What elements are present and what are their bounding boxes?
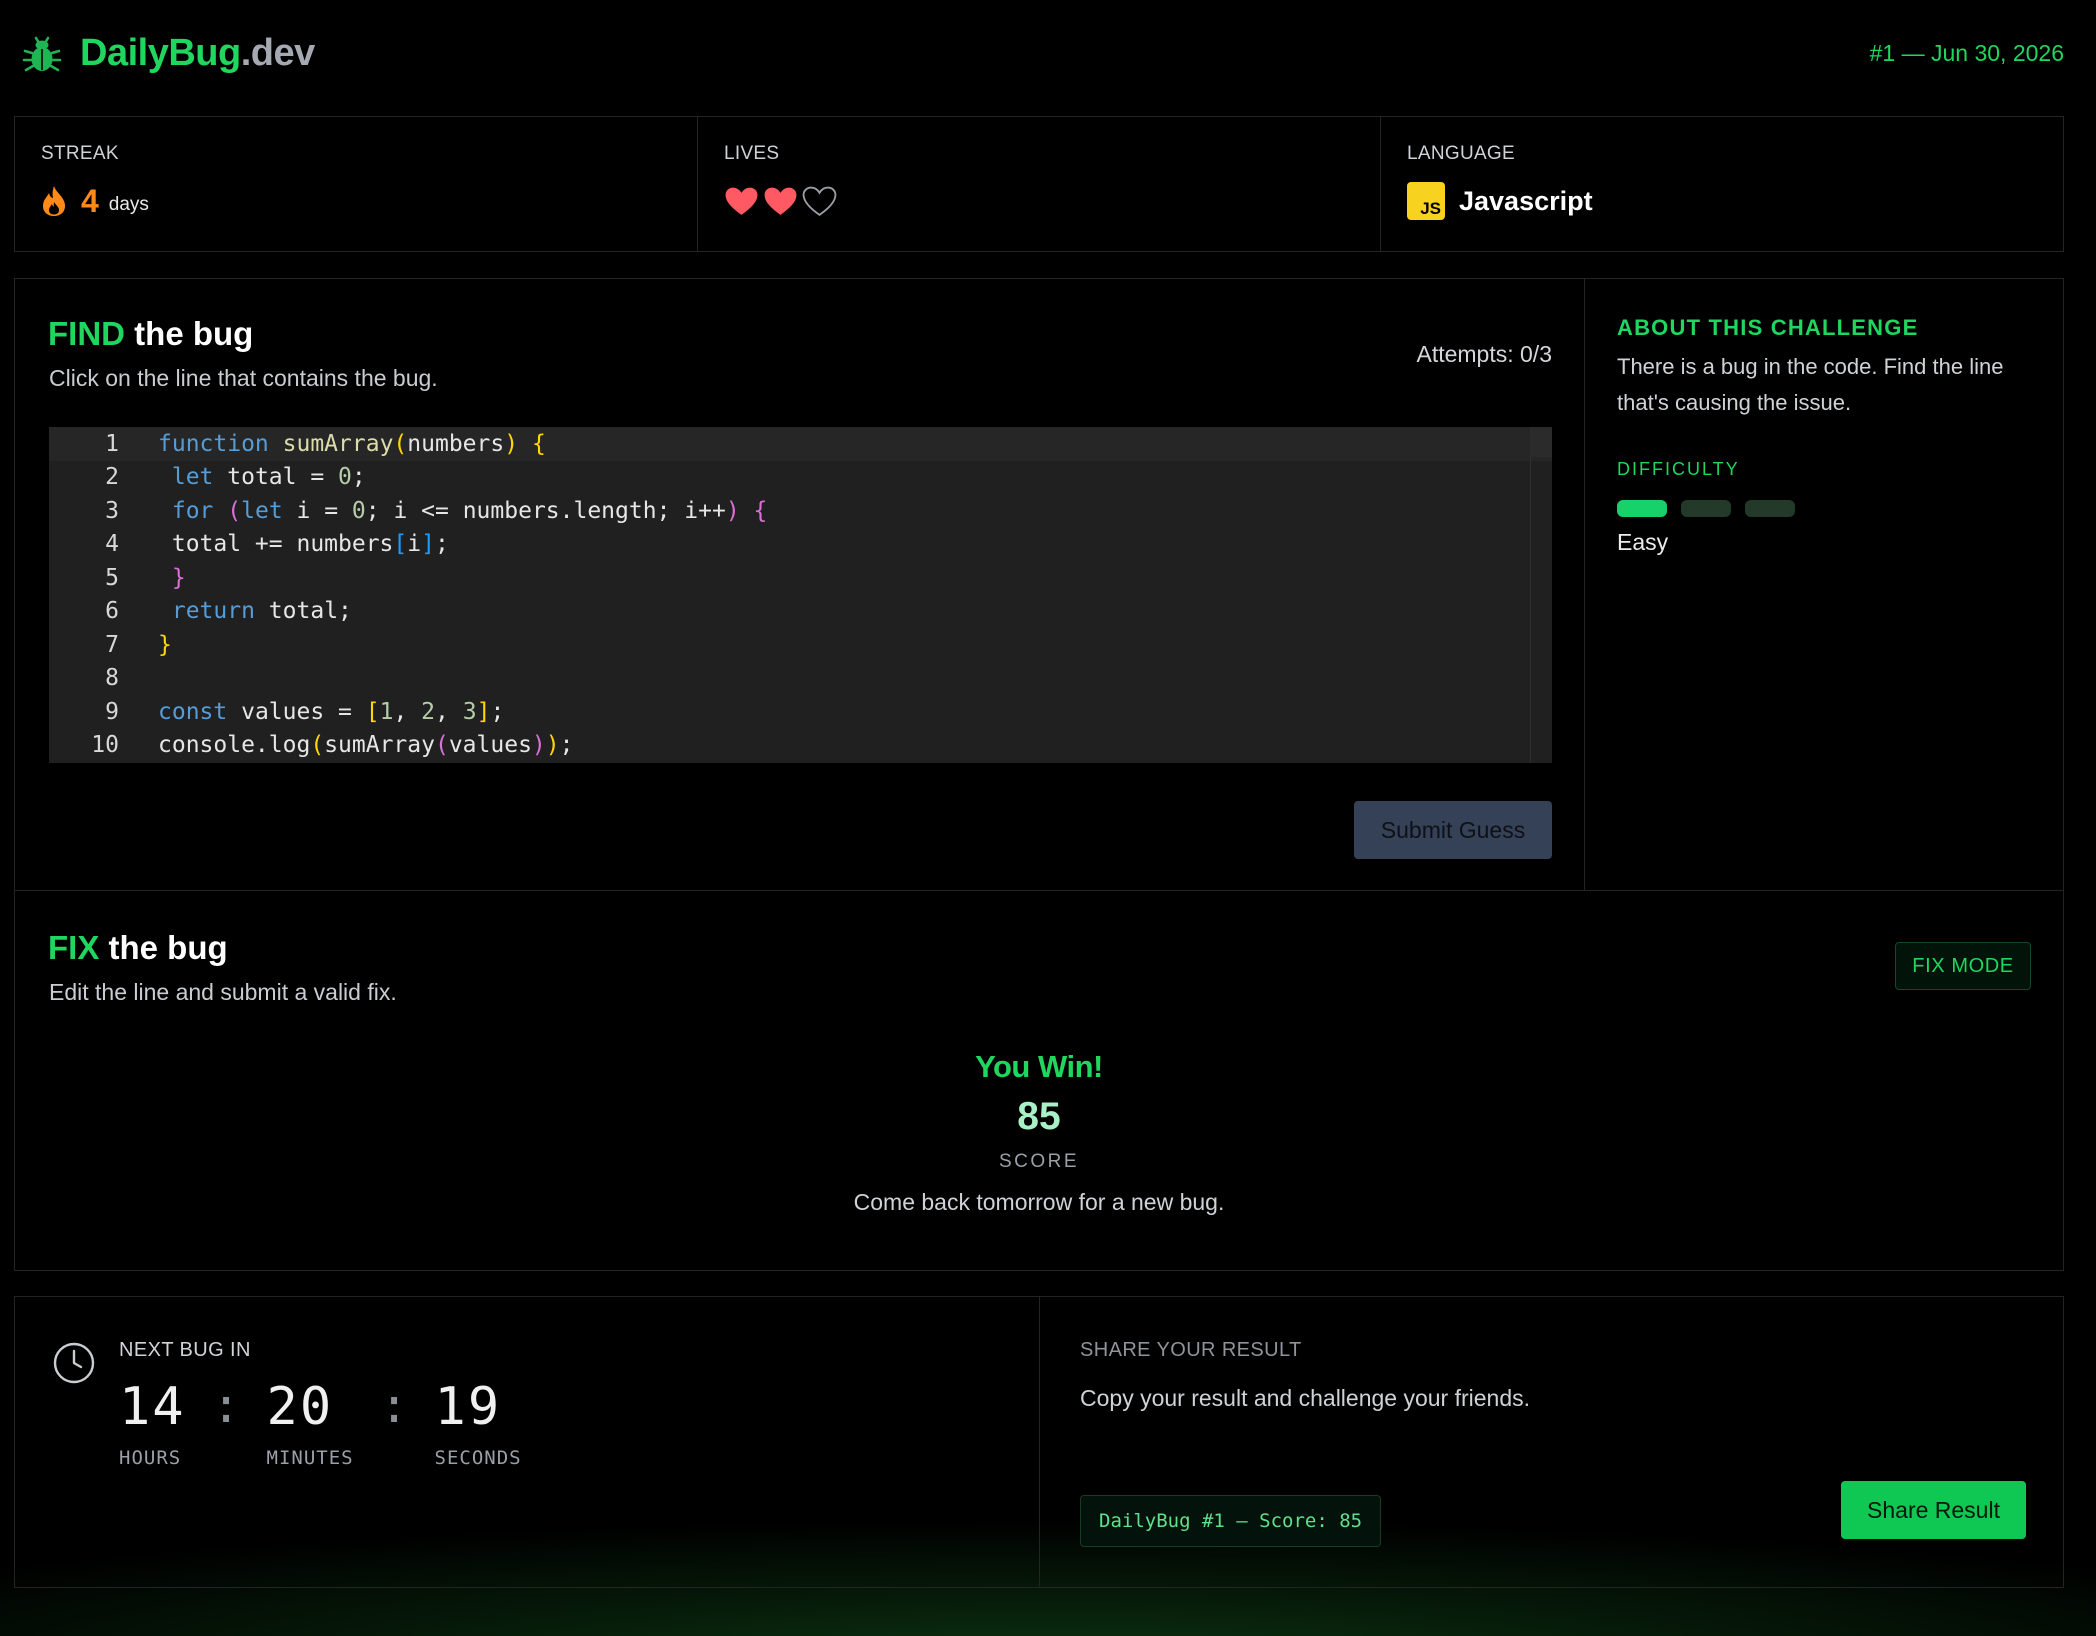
line-number: 3 bbox=[105, 497, 119, 524]
code-line-3[interactable]: 3 for (let i = 0; i <= numbers.length; i… bbox=[49, 494, 1552, 528]
language-label: LANGUAGE bbox=[1407, 143, 1515, 164]
countdown-timer: 14 HOURS : 20 MINUTES : 19 SECONDS bbox=[119, 1377, 522, 1469]
difficulty-meter bbox=[1617, 500, 2031, 517]
code-line-7[interactable]: 7} bbox=[49, 628, 1552, 662]
about-text: There is a bug in the code. Find the lin… bbox=[1617, 354, 2004, 415]
line-number: 7 bbox=[105, 631, 119, 658]
line-number: 1 bbox=[105, 430, 119, 457]
find-panel: FIND the bug Click on the line that cont… bbox=[14, 278, 2064, 890]
code-line-6[interactable]: 6 return total; bbox=[49, 595, 1552, 629]
code-line-2[interactable]: 2 let total = 0; bbox=[49, 461, 1552, 495]
line-number: 10 bbox=[91, 732, 119, 759]
fix-subtitle: Edit the line and submit a valid fix. bbox=[49, 979, 397, 1005]
share-result-preview[interactable]: DailyBug #1 — Score: 85 bbox=[1080, 1495, 1382, 1547]
streak-label: STREAK bbox=[41, 143, 119, 164]
brand[interactable]: DailyBug.dev bbox=[20, 31, 315, 75]
heart-icon bbox=[764, 187, 797, 215]
difficulty-label: DIFFICULTY bbox=[1617, 459, 1740, 479]
seconds-value: 19 bbox=[434, 1377, 502, 1437]
hours-value: 14 bbox=[119, 1377, 186, 1437]
flame-icon bbox=[43, 186, 65, 216]
streak-stat: STREAK 4 days bbox=[15, 117, 698, 251]
countdown-section: NEXT BUG IN 14 HOURS : 20 MINUTES : 19 S… bbox=[15, 1297, 1040, 1587]
fix-mode-badge: FIX MODE bbox=[1895, 942, 2031, 990]
fix-title-rest: the bug bbox=[99, 929, 228, 966]
bug-icon bbox=[22, 36, 62, 72]
header: DailyBug.dev #1 — Jun 30, 2026 bbox=[20, 28, 2064, 78]
code-editor[interactable]: 1 function sumArray(numbers) { 2 let tota… bbox=[49, 427, 1552, 763]
next-bug-label: NEXT BUG IN bbox=[119, 1339, 251, 1361]
language-stat: LANGUAGE JS Javascript bbox=[1381, 117, 2063, 251]
brand-name: DailyBug.dev bbox=[80, 32, 315, 75]
time-separator: : bbox=[379, 1378, 409, 1434]
difficulty-bar-2 bbox=[1681, 500, 1731, 517]
difficulty-bar-3 bbox=[1745, 500, 1795, 517]
clock-icon bbox=[53, 1342, 95, 1384]
find-title: FIND the bug bbox=[48, 315, 253, 353]
share-section: SHARE YOUR RESULT Copy your result and c… bbox=[1040, 1297, 2063, 1587]
share-label: SHARE YOUR RESULT bbox=[1080, 1339, 1302, 1361]
come-back-message: Come back tomorrow for a new bug. bbox=[853, 1189, 1225, 1215]
difficulty-bar-1 bbox=[1617, 500, 1667, 517]
code-scrollbar-thumb[interactable] bbox=[1531, 427, 1552, 457]
heart-icon bbox=[725, 187, 758, 215]
code-line-10[interactable]: 10 console.log(sumArray(values)); bbox=[49, 729, 1552, 763]
fix-title-accent: FIX bbox=[48, 929, 100, 966]
about-challenge: ABOUT THIS CHALLENGE There is a bug in t… bbox=[1585, 279, 2063, 890]
js-badge-text: JS bbox=[1420, 199, 1441, 218]
attempts-counter: Attempts: 0/3 bbox=[1416, 341, 1552, 367]
line-number: 8 bbox=[105, 665, 119, 692]
minutes-label: MINUTES bbox=[266, 1447, 354, 1469]
win-message: You Win! bbox=[975, 1049, 1103, 1084]
line-number: 2 bbox=[105, 464, 119, 491]
minutes-value: 20 bbox=[266, 1377, 334, 1437]
code-line-4[interactable]: 4 total += numbers[i]; bbox=[49, 528, 1552, 562]
code-scrollbar[interactable] bbox=[1530, 427, 1552, 763]
submit-guess-button[interactable]: Submit Guess bbox=[1354, 801, 1552, 859]
find-title-rest: the bug bbox=[125, 315, 254, 352]
language-name: Javascript bbox=[1459, 185, 1593, 216]
streak-count: 4 bbox=[81, 182, 99, 219]
brand-name-main: DailyBug bbox=[80, 31, 241, 74]
fix-title: FIX the bug bbox=[48, 929, 228, 967]
brand-name-suffix: .dev bbox=[240, 31, 316, 74]
share-result-button[interactable]: Share Result bbox=[1841, 1481, 2026, 1539]
hours-unit: 14 HOURS bbox=[119, 1377, 186, 1469]
lives-stat: LIVES bbox=[698, 117, 1381, 251]
fix-panel: FIX the bug Edit the line and submit a v… bbox=[14, 890, 2064, 1271]
bottom-panel: NEXT BUG IN 14 HOURS : 20 MINUTES : 19 S… bbox=[14, 1296, 2064, 1588]
find-subtitle: Click on the line that contains the bug. bbox=[49, 365, 438, 391]
stats-bar: STREAK 4 days LIVES LANGUAGE JS Javascri… bbox=[14, 116, 2064, 252]
minutes-unit: 20 MINUTES bbox=[267, 1377, 354, 1469]
streak-unit: days bbox=[108, 194, 149, 215]
find-title-accent: FIND bbox=[48, 315, 125, 352]
difficulty-value: Easy bbox=[1617, 529, 1669, 555]
lives-hearts bbox=[724, 186, 837, 217]
code-line-8[interactable]: 8 bbox=[49, 662, 1552, 696]
time-separator: : bbox=[211, 1378, 241, 1434]
code-line-5[interactable]: 5 } bbox=[49, 561, 1552, 595]
about-title: ABOUT THIS CHALLENGE bbox=[1617, 315, 1919, 340]
line-number: 5 bbox=[105, 564, 119, 591]
find-section: FIND the bug Click on the line that cont… bbox=[15, 279, 1585, 890]
share-text: Copy your result and challenge your frie… bbox=[1080, 1385, 1531, 1411]
hours-label: HOURS bbox=[119, 1447, 182, 1469]
code-line-1[interactable]: 1 function sumArray(numbers) { bbox=[49, 427, 1552, 461]
lives-label: LIVES bbox=[724, 143, 780, 164]
line-number: 9 bbox=[105, 698, 119, 725]
seconds-label: SECONDS bbox=[434, 1447, 522, 1469]
heart-empty-icon bbox=[802, 186, 837, 216]
code-line-9[interactable]: 9 const values = [1, 2, 3]; bbox=[49, 695, 1552, 729]
score-label: SCORE bbox=[998, 1151, 1080, 1172]
line-number: 6 bbox=[105, 598, 119, 625]
seconds-unit: 19 SECONDS bbox=[435, 1377, 522, 1469]
js-logo-icon: JS bbox=[1407, 182, 1445, 220]
line-number: 4 bbox=[105, 531, 119, 558]
puzzle-number-date: #1 — Jun 30, 2026 bbox=[1869, 39, 2064, 66]
score-value: 85 bbox=[1017, 1095, 1061, 1138]
result-summary: You Win! 85 SCORE Come back tomorrow for… bbox=[15, 1049, 2063, 1216]
